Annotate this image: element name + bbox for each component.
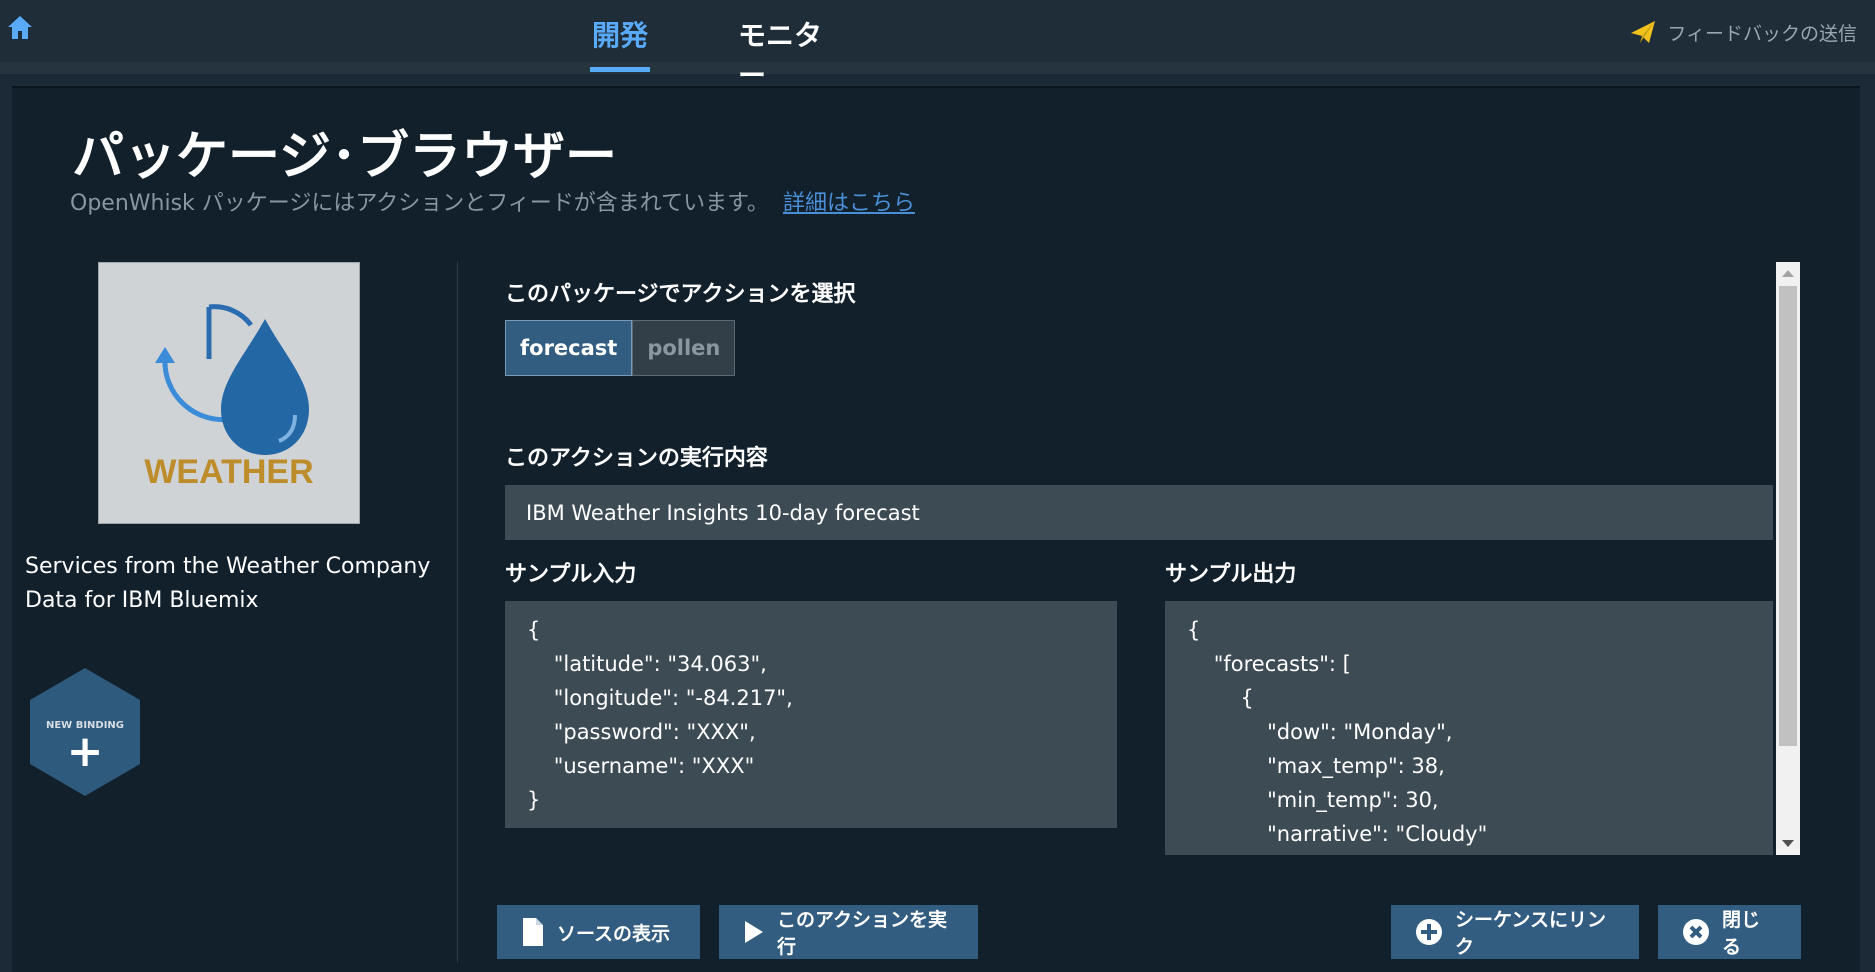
page-subtitle: OpenWhisk パッケージにはアクションとフィードが含まれています。 詳細はこ… [70,185,915,217]
tab-develop-label: 開発 [591,19,648,52]
action-tab-pollen[interactable]: pollen [632,320,736,376]
view-source-label: ソースの表示 [557,922,671,945]
sample-output-heading: サンプル出力 [1165,562,1297,587]
tab-develop[interactable]: 開発 [590,14,650,72]
send-feedback-link[interactable]: フィードバックの送信 [1629,18,1857,46]
link-sequence-button[interactable]: シーケンスにリンク [1391,905,1639,959]
package-description: Services from the Weather Company Data f… [25,554,431,613]
select-action-heading: このパッケージでアクションを選択 [505,282,856,307]
scroll-thumb[interactable] [1779,286,1797,746]
sample-input-heading: サンプル入力 [505,562,637,587]
details-scrollbar[interactable] [1776,262,1800,855]
document-icon [523,918,543,946]
top-navigation-bar: 開発 モニター フィードバックの送信 [0,0,1875,92]
action-selector: forecast pollen [505,320,736,376]
scroll-down-arrow-icon[interactable] [1782,840,1794,847]
close-circle-icon [1683,919,1709,945]
plus-circle-icon [1416,919,1442,945]
package-browser-panel: パッケージ･ブラウザー OpenWhisk パッケージにはアクションとフィードが… [12,86,1860,972]
home-icon[interactable] [6,14,34,40]
sample-input-code: { "latitude": "34.063", "longitude": "-8… [505,601,1117,828]
close-label: 閉じる [1722,909,1761,958]
tab-monitor-label: モニター [738,19,823,92]
column-divider [457,262,458,962]
subtitle-text: OpenWhisk パッケージにはアクションとフィードが含まれています。 [70,191,769,216]
learn-more-link[interactable]: 詳細はこちら [783,191,915,216]
link-sequence-label: シーケンスにリンク [1455,909,1607,958]
paper-plane-icon [1631,21,1656,43]
run-action-label: このアクションを実行 [777,909,948,958]
logo-text: WEATHER [144,453,314,491]
send-feedback-label: フィードバックの送信 [1667,22,1857,45]
run-action-button[interactable]: このアクションを実行 [719,905,978,959]
action-description-heading: このアクションの実行内容 [505,446,768,471]
tab-monitor[interactable]: モニター [738,14,843,92]
action-description: IBM Weather Insights 10-day forecast [505,485,1773,540]
package-logo: WEATHER [98,262,360,524]
plus-icon: + [66,726,104,777]
page-title: パッケージ･ブラウザー [72,127,617,187]
sample-output-code: { "forecasts": [ { "dow": "Monday", "max… [1165,601,1773,855]
view-source-button[interactable]: ソースの表示 [497,905,700,959]
play-icon [745,921,763,943]
close-button[interactable]: 閉じる [1658,905,1801,959]
new-binding-button[interactable]: NEW BINDING + [28,666,142,798]
scroll-up-arrow-icon[interactable] [1782,270,1794,277]
action-tab-forecast[interactable]: forecast [505,320,633,376]
